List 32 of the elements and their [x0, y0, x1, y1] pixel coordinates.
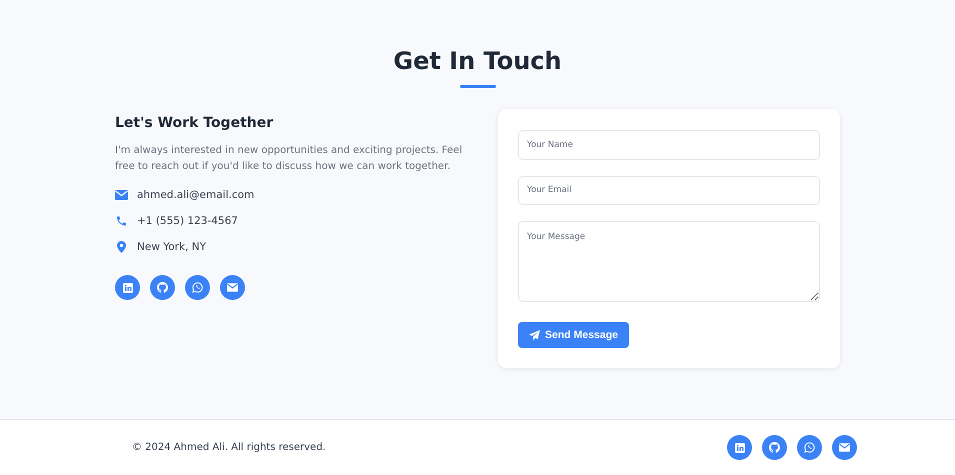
send-button[interactable]: Send Message — [518, 322, 629, 348]
contact-text: New York, NY — [137, 240, 206, 252]
in-logo-icon — [734, 442, 744, 452]
social-button[interactable] — [762, 435, 787, 460]
in-logo-icon — [122, 282, 132, 292]
map-pin-icon — [115, 240, 128, 252]
chat-bubble-icon — [192, 282, 203, 293]
message-field[interactable]: Your Message — [518, 221, 820, 302]
section-title: Get In Touch — [393, 46, 562, 77]
cat-logo-icon — [769, 442, 780, 453]
social-button[interactable] — [797, 435, 822, 460]
copyright-text: © 2024 Ahmed Ali. All rights reserved. — [132, 442, 326, 453]
social-button[interactable] — [727, 435, 752, 460]
envelope-icon — [839, 443, 850, 452]
contact-text: +1 (555) 123-4567 — [137, 214, 238, 226]
phone-icon — [115, 214, 128, 226]
social-button[interactable] — [832, 435, 857, 460]
paper-plane-icon — [529, 330, 540, 341]
contact-text: ahmed.ali@email.com — [137, 188, 254, 200]
social-button[interactable] — [115, 275, 140, 300]
input-field[interactable]: Your Name — [518, 130, 820, 160]
intro-heading: Let's Work Together — [115, 114, 274, 132]
input-field[interactable]: Your Email — [518, 176, 820, 206]
title-underline — [460, 85, 496, 88]
social-button[interactable] — [150, 275, 175, 300]
envelope-icon — [115, 190, 128, 200]
social-button[interactable] — [220, 275, 245, 300]
social-button[interactable] — [185, 275, 210, 300]
intro-text: I'm always interested in new opportunities and exciting projects. Feel free to reach out if you'd like to discuss how we can work together. — [115, 144, 464, 174]
cat-logo-icon — [157, 282, 168, 293]
chat-bubble-icon — [804, 442, 815, 453]
envelope-icon — [227, 283, 238, 292]
